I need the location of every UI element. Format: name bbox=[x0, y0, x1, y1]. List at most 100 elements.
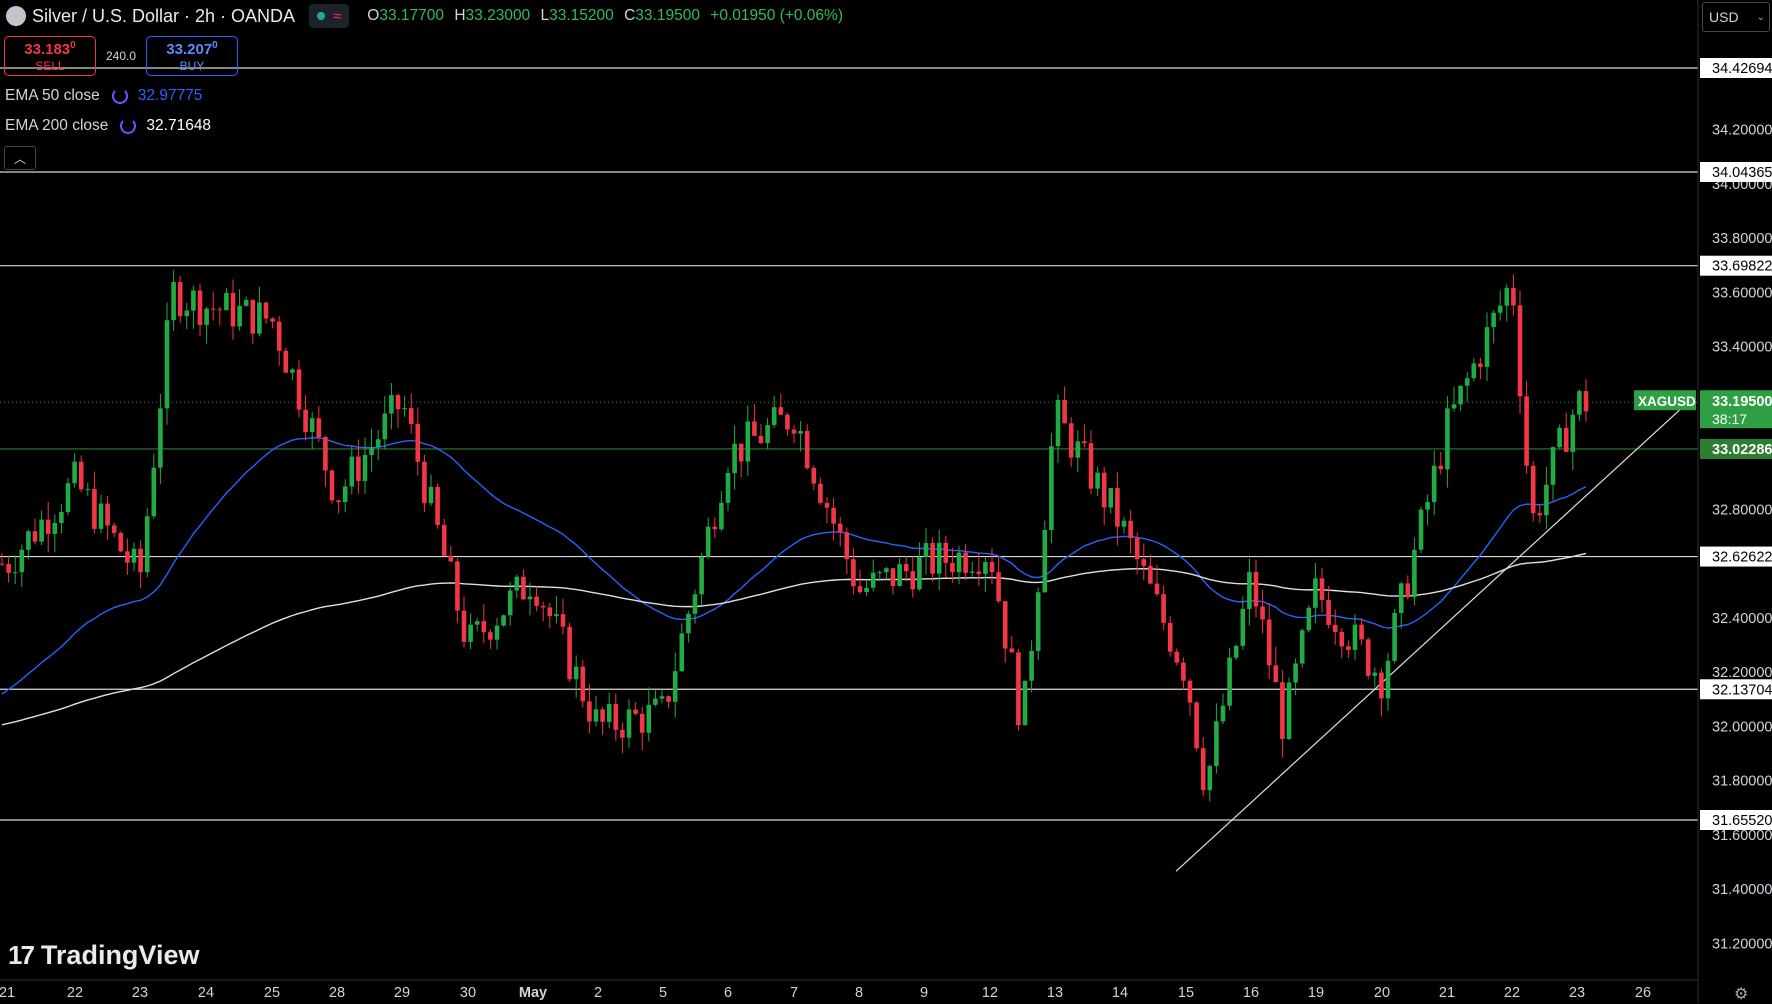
candle bbox=[963, 544, 968, 581]
candle bbox=[771, 395, 777, 428]
candle bbox=[831, 497, 836, 541]
y-tick-label: 31.40000 bbox=[1712, 882, 1772, 898]
candle bbox=[501, 614, 506, 627]
candle bbox=[1009, 636, 1015, 653]
candle-body bbox=[633, 709, 638, 714]
candle bbox=[1062, 386, 1067, 424]
candle bbox=[1181, 657, 1186, 691]
candle-body bbox=[144, 516, 150, 573]
candle bbox=[1240, 596, 1246, 650]
candle bbox=[415, 407, 421, 476]
candle bbox=[613, 693, 619, 741]
candle-body bbox=[12, 572, 18, 574]
candle-body bbox=[362, 454, 368, 482]
candle bbox=[1339, 628, 1345, 659]
candle-body bbox=[26, 531, 31, 550]
candle-body bbox=[283, 350, 289, 373]
candle bbox=[560, 598, 566, 635]
candle bbox=[408, 393, 414, 434]
candle bbox=[1266, 602, 1272, 680]
buy-button[interactable]: 33.2070 BUY bbox=[146, 36, 238, 76]
candle bbox=[1471, 357, 1477, 382]
candle-body bbox=[567, 626, 572, 680]
candle bbox=[1425, 494, 1430, 525]
candle-body bbox=[1009, 648, 1015, 653]
candle-body bbox=[1299, 630, 1305, 664]
x-tick-label: 24 bbox=[198, 985, 214, 1001]
candle-body bbox=[791, 429, 797, 434]
candle-body bbox=[507, 590, 513, 616]
candle bbox=[573, 655, 579, 698]
candle-body bbox=[1392, 612, 1397, 661]
y-tick-label: 32.80000 bbox=[1712, 502, 1772, 518]
candle-body bbox=[461, 610, 467, 642]
refresh-icon[interactable] bbox=[120, 118, 137, 134]
candle bbox=[1379, 668, 1384, 717]
candle-body bbox=[1227, 657, 1232, 706]
candle bbox=[125, 538, 130, 575]
change-value: +0.01950 (+0.06%) bbox=[710, 7, 843, 24]
candle-body bbox=[6, 564, 11, 573]
x-tick-label: 28 bbox=[329, 985, 345, 1001]
candle bbox=[1385, 653, 1391, 711]
candle bbox=[824, 496, 830, 524]
market-status[interactable]: ≈ bbox=[309, 4, 350, 28]
collapse-legend-button[interactable]: ︿ bbox=[4, 146, 36, 170]
candle bbox=[177, 275, 183, 323]
candles bbox=[0, 269, 1589, 802]
candle bbox=[870, 559, 876, 592]
candle-body bbox=[923, 543, 929, 557]
candle bbox=[1016, 648, 1021, 731]
candle-body bbox=[375, 439, 381, 448]
candle bbox=[316, 406, 322, 443]
candle-body bbox=[844, 532, 850, 560]
candle bbox=[890, 568, 896, 595]
candle-body bbox=[877, 572, 883, 574]
candle-body bbox=[468, 624, 473, 642]
candle bbox=[230, 279, 236, 340]
y-tick-label: 33.40000 bbox=[1712, 340, 1772, 356]
candle-body bbox=[1016, 652, 1021, 726]
sell-button[interactable]: 33.1830 SELL bbox=[4, 36, 96, 76]
candle-body bbox=[1524, 396, 1529, 466]
candle bbox=[580, 659, 586, 708]
ema50-label: EMA 50 close bbox=[5, 87, 100, 104]
candle-body bbox=[1200, 748, 1206, 791]
candle-body bbox=[1181, 662, 1186, 681]
x-tick-label: 19 bbox=[1308, 985, 1324, 1001]
candle-body bbox=[177, 282, 183, 317]
candle-body bbox=[422, 461, 427, 504]
candle bbox=[197, 283, 203, 337]
candle bbox=[303, 395, 308, 441]
candle bbox=[45, 501, 51, 553]
candle bbox=[151, 453, 157, 519]
x-tick-label: 30 bbox=[460, 985, 476, 1001]
candle-body bbox=[606, 704, 612, 722]
candle-body bbox=[725, 473, 731, 503]
currency-select[interactable]: USD ⌄ bbox=[1702, 2, 1770, 32]
candle-body bbox=[738, 443, 744, 462]
candle bbox=[1174, 648, 1180, 666]
candle bbox=[224, 287, 229, 311]
candle-body bbox=[910, 571, 916, 590]
candle-body bbox=[1286, 682, 1292, 739]
candle-body bbox=[1266, 619, 1272, 666]
settings-icon[interactable]: ⚙ bbox=[1734, 984, 1748, 1004]
candle-body bbox=[1095, 472, 1100, 489]
candle-body bbox=[884, 568, 889, 573]
candle bbox=[1055, 394, 1061, 464]
candle bbox=[712, 517, 718, 538]
x-tick-label: 29 bbox=[394, 985, 410, 1001]
refresh-icon[interactable] bbox=[111, 88, 128, 104]
price-chart[interactable]: 34.2000034.0000033.8000033.6000033.40000… bbox=[0, 0, 1772, 1003]
ema50-legend[interactable]: EMA 50 close 32.97775 bbox=[5, 87, 202, 105]
candle bbox=[936, 529, 942, 591]
symbol-title[interactable]: Silver / U.S. Dollar · 2h · OANDA bbox=[32, 6, 295, 27]
candle-body bbox=[1068, 423, 1074, 458]
ema200-legend[interactable]: EMA 200 close 32.71648 bbox=[5, 117, 211, 135]
candle-body bbox=[164, 320, 170, 409]
candle-body bbox=[560, 614, 566, 627]
candle bbox=[1022, 680, 1028, 726]
x-tick-label: 12 bbox=[982, 985, 998, 1001]
candle bbox=[1550, 446, 1556, 501]
